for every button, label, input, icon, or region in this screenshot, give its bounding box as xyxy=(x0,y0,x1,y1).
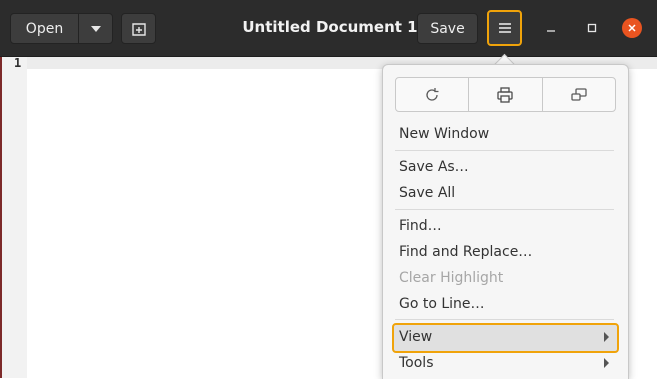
submenu-arrow-icon xyxy=(604,358,609,368)
menu-item-view[interactable]: View xyxy=(399,325,609,349)
line-number-gutter xyxy=(0,57,27,378)
reload-button[interactable] xyxy=(396,78,470,111)
close-button[interactable] xyxy=(622,18,642,38)
window-frame-edge xyxy=(0,57,2,378)
menu-separator xyxy=(395,319,614,320)
menu-item-label: Save All xyxy=(399,185,456,201)
save-button[interactable]: Save xyxy=(417,13,478,44)
reload-icon xyxy=(426,87,439,101)
menu-separator xyxy=(395,150,614,151)
header-bar: Open Untitled Document 1 Save xyxy=(0,0,657,57)
print-button[interactable] xyxy=(469,78,543,111)
menu-item-label: Save As… xyxy=(399,159,469,175)
maximize-button[interactable] xyxy=(582,18,602,38)
menu-item-label: Tools xyxy=(399,355,434,371)
main-menu-button[interactable] xyxy=(487,10,522,46)
menu-item-clear-highlight: Clear Highlight xyxy=(399,266,609,290)
maximize-icon xyxy=(587,23,597,33)
new-tab-icon xyxy=(131,22,146,36)
new-tab-button[interactable] xyxy=(121,13,156,44)
menu-separator xyxy=(395,209,614,210)
submenu-arrow-icon xyxy=(604,332,609,342)
menu-item-go-to-line[interactable]: Go to Line… xyxy=(399,292,609,316)
menu-icon-toolbar xyxy=(395,77,616,112)
fullscreen-icon xyxy=(571,87,587,101)
menu-item-label: Go to Line… xyxy=(399,296,485,312)
save-button-label: Save xyxy=(430,20,465,37)
menu-item-label: Find… xyxy=(399,218,442,234)
menu-item-find-and-replace[interactable]: Find and Replace… xyxy=(399,240,609,264)
minimize-button[interactable] xyxy=(541,18,561,38)
menu-item-find[interactable]: Find… xyxy=(399,214,609,238)
close-icon xyxy=(628,24,636,32)
menu-item-tools[interactable]: Tools xyxy=(399,351,609,375)
open-recent-dropdown-button[interactable] xyxy=(78,13,113,44)
chevron-down-icon xyxy=(90,25,101,32)
line-number: 1 xyxy=(14,56,22,70)
menu-item-save-as[interactable]: Save As… xyxy=(399,155,609,179)
menu-item-label: View xyxy=(399,329,433,345)
menu-item-save-all[interactable]: Save All xyxy=(399,181,609,205)
open-button[interactable]: Open xyxy=(10,13,79,44)
open-button-label: Open xyxy=(25,20,64,37)
menu-item-label: Find and Replace… xyxy=(399,244,533,260)
minimize-icon xyxy=(547,30,555,32)
menu-item-label: New Window xyxy=(399,126,490,142)
menu-item-label: Clear Highlight xyxy=(399,270,504,286)
print-icon xyxy=(497,86,514,103)
main-menu-popover: New Window Save As… Save All Find… Find … xyxy=(382,64,629,379)
hamburger-icon xyxy=(498,23,511,33)
fullscreen-button[interactable] xyxy=(543,78,615,111)
menu-item-new-window[interactable]: New Window xyxy=(399,122,609,146)
